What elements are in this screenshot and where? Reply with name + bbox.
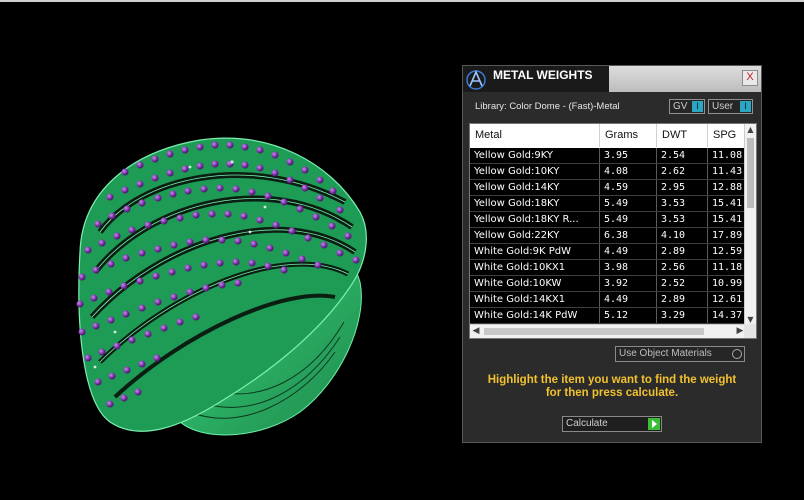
play-arrow-icon[interactable] [648,418,660,430]
column-header-spg[interactable]: SPG [708,124,746,147]
spg-cell: 12.61 [712,294,743,305]
panel-title: METAL WEIGHTS [489,66,609,92]
scroll-up-icon[interactable]: ▲ [745,124,756,136]
table-row[interactable]: Yellow Gold:22KY 6.38 4.10 17.89 [470,228,746,244]
user-toggle-switch[interactable]: I [740,101,751,112]
dwt-cell: 3.53 [657,212,708,227]
horizontal-scroll-thumb[interactable] [484,328,704,335]
grams-cell: 3.92 [600,276,657,291]
metal-cell: White Gold:9K PdW [470,244,600,259]
dwt-cell: 2.89 [657,292,708,307]
spg-cell: 15.41 [712,198,743,209]
instruction-line-2: for then press calculate. [545,387,679,399]
table-body: Yellow Gold:9KY 3.95 2.54 11.08 Yellow Gold:… [470,148,746,324]
table-row[interactable]: Yellow Gold:14KY 4.59 2.95 12.88 [470,180,746,196]
metal-cell: White Gold:14K PdW [470,308,600,323]
dwt-cell: 2.62 [657,164,708,179]
instruction-line-1: Highlight the item you want to find the … [487,374,737,386]
calculate-button[interactable]: Calculate [562,416,662,432]
table-vertical-scrollbar[interactable]: ▲ ▼ [744,124,756,326]
dwt-cell: 4.10 [657,228,708,243]
use-object-materials-option[interactable]: Use Object Materials [615,346,745,362]
spg-cell: 14.37 [712,310,743,321]
metal-cell: Yellow Gold:18KY [470,196,600,211]
column-header-grams[interactable]: Grams [600,124,657,147]
grams-cell: 5.49 [600,196,657,211]
spg-cell: 15.41 [712,214,743,225]
dwt-cell: 3.53 [657,196,708,211]
grams-cell: 4.49 [600,244,657,259]
table-horizontal-scrollbar[interactable]: ◀ ▶ [470,324,746,338]
grams-cell: 4.49 [600,292,657,307]
close-button[interactable]: X [742,70,758,86]
table-header: Metal Grams DWT SPG [470,124,746,147]
spg-cell: 17.89 [712,230,743,241]
dwt-cell: 2.89 [657,244,708,259]
grams-cell: 5.12 [600,308,657,323]
user-toggle[interactable]: User I [708,99,753,114]
vertical-scroll-thumb[interactable] [747,138,754,208]
table-row[interactable]: White Gold:10KW 3.92 2.52 10.99 [470,276,746,292]
instruction-text: Highlight the item you want to find the … [463,374,761,400]
metal-weights-table: Metal Grams DWT SPG Yellow Gold:9KY 3.95 2… [469,123,757,339]
spg-cell: 11.43 [712,166,743,177]
spg-cell: 12.88 [712,182,743,193]
grams-cell: 6.38 [600,228,657,243]
dwt-cell: 2.56 [657,260,708,275]
metal-weights-panel: METAL WEIGHTS X Library: Color Dome - (F… [462,65,762,443]
dwt-cell: 2.52 [657,276,708,291]
spg-cell: 12.59 [712,246,743,257]
grams-cell: 3.98 [600,260,657,275]
dwt-cell: 3.29 [657,308,708,323]
radio-icon[interactable] [732,349,742,359]
calculate-label: Calculate [566,418,608,429]
table-row[interactable]: Yellow Gold:18KY 5.49 3.53 15.41 [470,196,746,212]
table-row[interactable]: Yellow Gold:10KY 4.08 2.62 11.43 [470,164,746,180]
scrollbar-corner [744,324,756,338]
metal-cell: White Gold:10KW [470,276,600,291]
spg-cell: 11.18 [712,262,743,273]
metal-cell: White Gold:14KX1 [470,292,600,307]
column-header-metal[interactable]: Metal [470,124,600,147]
metal-cell: Yellow Gold:22KY [470,228,600,243]
use-object-materials-label: Use Object Materials [619,348,712,359]
metal-cell: Yellow Gold:9KY [470,148,600,163]
user-toggle-label: User [712,101,734,112]
table-row[interactable]: Yellow Gold:9KY 3.95 2.54 11.08 [470,148,746,164]
grams-cell: 4.08 [600,164,657,179]
app-logo-icon [463,66,489,92]
column-header-dwt[interactable]: DWT [657,124,708,147]
scroll-left-icon[interactable]: ◀ [470,325,482,338]
gv-toggle-switch[interactable]: I [692,101,703,112]
spg-cell: 11.08 [712,150,743,161]
table-row[interactable]: White Gold:14K PdW 5.12 3.29 14.37 [470,308,746,324]
spg-cell: 10.99 [712,278,743,289]
library-label: Library: Color Dome - (Fast)-Metal [475,101,620,112]
table-row[interactable]: White Gold:9K PdW 4.49 2.89 12.59 [470,244,746,260]
metal-cell: Yellow Gold:18KY R... [470,212,600,227]
table-row[interactable]: White Gold:14KX1 4.49 2.89 12.61 [470,292,746,308]
gv-toggle[interactable]: GV I [669,99,705,114]
gv-toggle-label: GV [673,101,688,112]
table-row[interactable]: White Gold:10KX1 3.98 2.56 11.18 [470,260,746,276]
metal-cell: White Gold:10KX1 [470,260,600,275]
dwt-cell: 2.95 [657,180,708,195]
metal-cell: Yellow Gold:10KY [470,164,600,179]
grams-cell: 3.95 [600,148,657,163]
dwt-cell: 2.54 [657,148,708,163]
metal-cell: Yellow Gold:14KY [470,180,600,195]
table-row[interactable]: Yellow Gold:18KY R... 5.49 3.53 15.41 [470,212,746,228]
panel-titlebar[interactable]: METAL WEIGHTS X [463,66,761,92]
grams-cell: 5.49 [600,212,657,227]
grams-cell: 4.59 [600,180,657,195]
